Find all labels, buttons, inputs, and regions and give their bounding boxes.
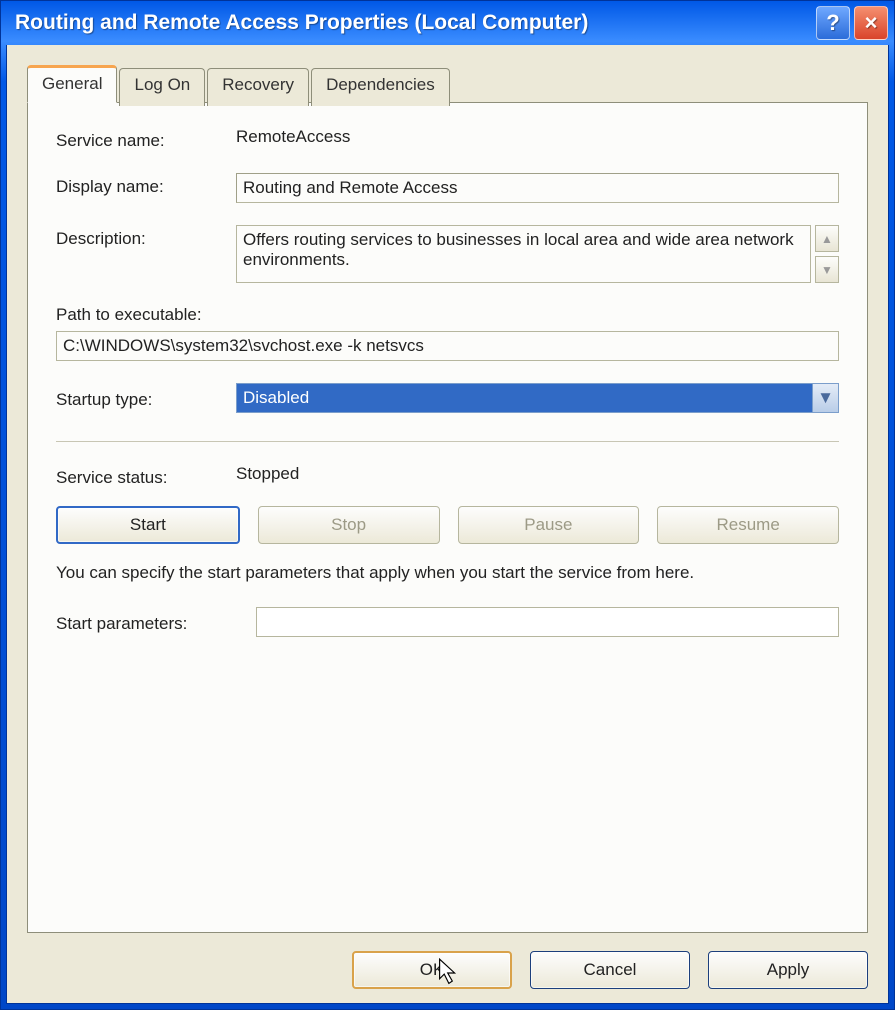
start-params-hint: You can specify the start parameters tha… — [56, 562, 839, 585]
ok-button[interactable]: OK — [352, 951, 512, 989]
stop-button: Stop — [258, 506, 440, 544]
display-name-field[interactable] — [236, 173, 839, 203]
tab-general-label: General — [42, 74, 102, 93]
row-display-name: Display name: — [56, 173, 839, 203]
path-field[interactable]: C:\WINDOWS\system32\svchost.exe -k netsv… — [56, 331, 839, 361]
properties-dialog: Routing and Remote Access Properties (Lo… — [0, 0, 895, 1010]
tab-recovery[interactable]: Recovery — [207, 68, 309, 106]
chevron-up-icon: ▲ — [821, 232, 833, 246]
scroll-up-button[interactable]: ▲ — [815, 225, 839, 252]
label-description: Description: — [56, 225, 236, 249]
tab-logon-label: Log On — [134, 75, 190, 94]
tab-dependencies-label: Dependencies — [326, 75, 435, 94]
scroll-down-button[interactable]: ▼ — [815, 256, 839, 283]
label-display-name: Display name: — [56, 173, 236, 197]
pause-button: Pause — [458, 506, 640, 544]
separator — [56, 441, 839, 442]
tab-general[interactable]: General — [27, 65, 117, 103]
window-title: Routing and Remote Access Properties (Lo… — [15, 11, 816, 35]
value-service-status: Stopped — [236, 464, 839, 484]
description-scrollbar: ▲ ▼ — [815, 225, 839, 283]
cancel-button[interactable]: Cancel — [530, 951, 690, 989]
label-path: Path to executable: — [56, 305, 839, 325]
tab-recovery-label: Recovery — [222, 75, 294, 94]
help-button[interactable]: ? — [816, 6, 850, 40]
start-params-field[interactable] — [256, 607, 839, 637]
apply-button[interactable]: Apply — [708, 951, 868, 989]
row-description: Description: Offers routing services to … — [56, 225, 839, 283]
tab-dependencies[interactable]: Dependencies — [311, 68, 450, 106]
label-start-params: Start parameters: — [56, 610, 256, 634]
close-button[interactable]: × — [854, 6, 888, 40]
chevron-down-icon: ▼ — [817, 388, 834, 408]
label-service-status: Service status: — [56, 464, 236, 488]
chevron-down-icon: ▼ — [821, 263, 833, 277]
row-service-status: Service status: Stopped — [56, 464, 839, 488]
label-service-name: Service name: — [56, 127, 236, 151]
tab-strip: General Log On Recovery Dependencies — [27, 65, 868, 103]
titlebar-buttons: ? × — [816, 6, 888, 40]
description-field[interactable]: Offers routing services to businesses in… — [236, 225, 811, 283]
service-control-buttons: Start Stop Pause Resume — [56, 506, 839, 544]
row-start-params: Start parameters: — [56, 607, 839, 637]
titlebar[interactable]: Routing and Remote Access Properties (Lo… — [1, 1, 894, 45]
client-area: General Log On Recovery Dependencies Ser… — [6, 45, 889, 1004]
close-icon: × — [865, 10, 878, 36]
tab-panel-general: Service name: RemoteAccess Display name:… — [27, 102, 868, 933]
resume-button: Resume — [657, 506, 839, 544]
help-icon: ? — [826, 10, 839, 36]
row-path: Path to executable: C:\WINDOWS\system32\… — [56, 305, 839, 361]
startup-type-select[interactable]: Disabled ▼ — [236, 383, 839, 413]
row-startup-type: Startup type: Disabled ▼ — [56, 383, 839, 413]
label-startup-type: Startup type: — [56, 386, 236, 410]
dropdown-button[interactable]: ▼ — [812, 384, 838, 412]
start-button[interactable]: Start — [56, 506, 240, 544]
row-service-name: Service name: RemoteAccess — [56, 127, 839, 151]
startup-type-value: Disabled — [237, 384, 812, 412]
value-service-name: RemoteAccess — [236, 127, 839, 147]
tab-logon[interactable]: Log On — [119, 68, 205, 106]
dialog-buttons: OK Cancel Apply — [27, 933, 868, 989]
